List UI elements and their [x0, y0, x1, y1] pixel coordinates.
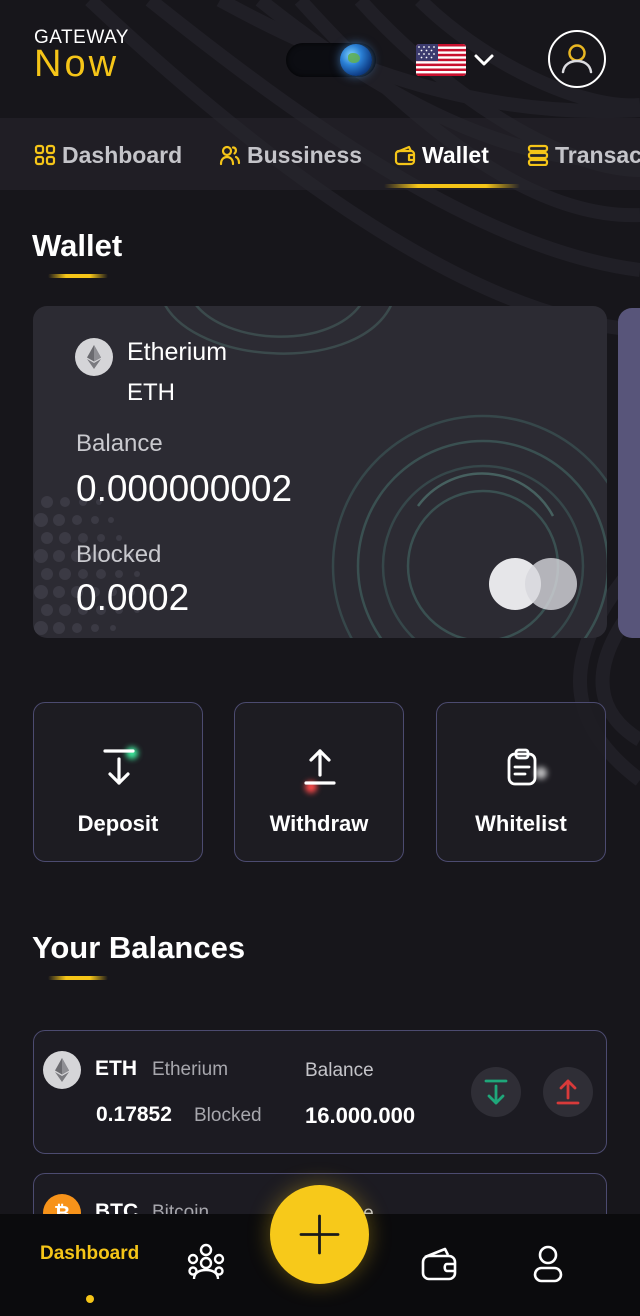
chevron-down-icon[interactable]: [472, 50, 496, 70]
card-blocked-value: 0.0002: [76, 577, 190, 618]
balances-title: Your Balances: [32, 930, 246, 965]
app-logo[interactable]: GATEWAY Now: [34, 28, 129, 83]
tab-dashboard-label: Dashboard: [62, 141, 183, 168]
withdraw-arrow-icon: [556, 1079, 580, 1105]
wallet-card[interactable]: Etherium ETH Balance 0.000000002 Blocked…: [33, 306, 607, 638]
card-blocked-label: Blocked: [76, 541, 162, 568]
wallet-title-underline: [48, 274, 108, 278]
users-icon: [219, 145, 241, 166]
row-symbol: ETH: [95, 1057, 137, 1080]
deposit-button[interactable]: Deposit: [33, 702, 203, 862]
bottom-nav-dashboard[interactable]: Dashboard: [40, 1243, 139, 1265]
whitelist-label: Whitelist: [475, 811, 567, 836]
globe-icon: [340, 44, 372, 76]
tab-wallet[interactable]: Wallet: [394, 140, 489, 170]
profile-avatar-button[interactable]: [548, 30, 606, 88]
card-coin-name: Etherium: [127, 338, 228, 366]
balance-row-eth[interactable]: ETH Etherium 0.17852 Blocked Balance 16.…: [33, 1030, 607, 1154]
plus-icon: [299, 1214, 340, 1255]
next-wallet-card[interactable]: [618, 308, 640, 638]
tab-wallet-label: Wallet: [422, 141, 489, 168]
group-icon[interactable]: [186, 1241, 226, 1281]
row-blocked-label: Blocked: [194, 1105, 262, 1126]
deposit-arrow-icon: [103, 749, 135, 785]
us-flag-icon[interactable]: [416, 44, 466, 76]
card-balance-label: Balance: [76, 430, 163, 457]
deposit-label: Deposit: [77, 811, 159, 836]
tab-dashboard[interactable]: Dashboard: [34, 140, 182, 170]
add-button[interactable]: [270, 1185, 369, 1284]
whitelist-button[interactable]: Whitelist: [436, 702, 606, 862]
wallet-icon[interactable]: [420, 1245, 458, 1283]
tab-bussiness-label: Bussiness: [247, 141, 363, 168]
deposit-arrow-icon: [484, 1079, 508, 1105]
clipboard-icon: [507, 748, 537, 786]
app-header: GATEWAY Now: [0, 0, 640, 118]
withdraw-button[interactable]: Withdraw: [234, 702, 404, 862]
tab-transactions[interactable]: Transac: [527, 140, 640, 170]
active-tab-indicator: [384, 184, 520, 188]
top-nav-tabs: Dashboard Bussiness Wallet Transac: [0, 118, 640, 190]
transactions-icon: [527, 144, 549, 166]
card-coin-symbol: ETH: [127, 379, 175, 406]
row-balance-value: 16.000.000: [305, 1103, 416, 1128]
tab-transactions-label: Transac: [555, 141, 640, 168]
card-balance-value: 0.000000002: [76, 468, 293, 509]
grid-icon: [34, 144, 56, 166]
row-balance-label: Balance: [305, 1060, 374, 1081]
ethereum-icon: [43, 1051, 81, 1089]
balances-title-underline: [48, 976, 108, 980]
row-deposit-button[interactable]: [471, 1067, 521, 1117]
profile-icon[interactable]: [532, 1244, 564, 1284]
withdraw-label: Withdraw: [269, 811, 369, 836]
active-nav-dot: [86, 1295, 94, 1303]
withdraw-arrow-icon: [304, 749, 336, 785]
row-withdraw-button[interactable]: [543, 1067, 593, 1117]
wallet-icon: [394, 145, 416, 166]
theme-toggle[interactable]: [286, 43, 376, 77]
wallet-title: Wallet: [32, 228, 123, 263]
logo-bottom-text: Now: [34, 43, 120, 85]
tab-bussiness[interactable]: Bussiness: [219, 140, 362, 170]
row-coin-name: Etherium: [152, 1059, 229, 1080]
card-brand-logo: [489, 558, 579, 610]
user-icon: [561, 44, 593, 74]
row-amount: 0.17852: [96, 1103, 172, 1126]
ethereum-icon: [75, 338, 113, 376]
